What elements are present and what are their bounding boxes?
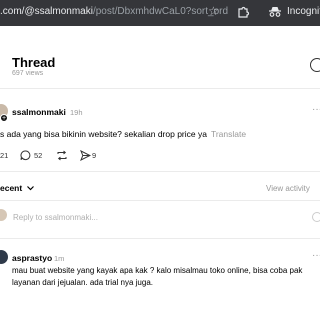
post-text: s ada yang bisa bikinin website? sekalia… (0, 129, 246, 139)
comment-time: 1m (54, 254, 65, 263)
reply-input[interactable]: Reply to ssalmonmaki... (13, 213, 98, 222)
circle-icon[interactable] (310, 58, 320, 72)
avatar (0, 209, 7, 221)
sort-label: ecent (0, 183, 23, 193)
post-actions: 21 52 9 (0, 149, 140, 163)
divider (0, 171, 320, 172)
more-icon[interactable]: ··· (312, 104, 320, 115)
comment-text-line: mau buat website yang kayak apa kak ? ka… (12, 266, 303, 275)
follow-badge[interactable]: + (0, 114, 8, 122)
comment-icon[interactable] (20, 150, 31, 161)
comment-text-line: layanan dari jejualan. ada trial nya jug… (12, 278, 153, 287)
star-icon[interactable]: ☆ (208, 4, 219, 18)
page-title: Thread (12, 55, 56, 70)
url-host: .com/@ssalmonmaki (0, 6, 93, 17)
incognito-label: Incognito (287, 6, 320, 17)
browser-toolbar: .com/@ssalmonmaki/post/DbxmhdwCaL0?sort_… (0, 0, 320, 26)
comment-username[interactable]: asprastyo (12, 253, 52, 263)
address-bar[interactable]: .com/@ssalmonmaki/post/DbxmhdwCaL0?sort_… (0, 6, 228, 17)
avatar[interactable] (0, 250, 8, 264)
attach-icon[interactable] (312, 212, 320, 222)
divider (0, 88, 320, 89)
sort-recent[interactable]: ecent (0, 183, 34, 193)
repost-icon[interactable] (56, 150, 68, 161)
comment-count[interactable]: 52 (34, 151, 42, 160)
chevron-down-icon (26, 186, 34, 191)
post-username[interactable]: ssalmonmaki (12, 107, 66, 117)
share-count[interactable]: 9 (92, 151, 96, 160)
more-icon[interactable]: ··· (312, 250, 320, 261)
incognito-icon[interactable] (268, 5, 282, 17)
view-activity-link[interactable]: View activity (266, 184, 310, 193)
divider (0, 200, 320, 201)
translate-link[interactable]: Translate (211, 129, 246, 139)
post-body: s ada yang bisa bikinin website? sekalia… (0, 129, 207, 139)
post-time: 19h (70, 108, 83, 117)
view-count: 697 views (12, 70, 44, 77)
divider (0, 238, 320, 239)
share-icon[interactable] (80, 150, 91, 161)
like-count[interactable]: 21 (0, 151, 8, 160)
extension-icon[interactable] (236, 4, 250, 18)
